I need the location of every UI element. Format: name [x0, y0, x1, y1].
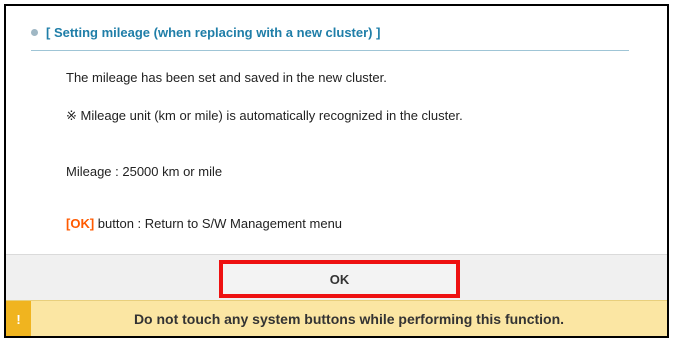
section-title: [ Setting mileage (when replacing with a… — [31, 25, 380, 40]
message-saved: The mileage has been set and saved in th… — [66, 70, 387, 85]
warning-bar: ! Do not touch any system buttons while … — [6, 300, 667, 336]
button-area: OK — [6, 254, 667, 300]
mileage-dialog: [ Setting mileage (when replacing with a… — [4, 4, 669, 338]
ok-hint: [OK] button : Return to S/W Management m… — [66, 216, 342, 231]
ok-button[interactable]: OK — [219, 260, 460, 298]
bullet-icon — [31, 29, 38, 36]
note-unit: ※ Mileage unit (km or mile) is automatic… — [66, 108, 463, 123]
ok-hint-label: [OK] — [66, 216, 95, 231]
warning-icon: ! — [6, 301, 31, 336]
title-divider — [31, 50, 629, 51]
ok-hint-text: button : Return to S/W Management menu — [94, 216, 343, 231]
mileage-value: Mileage : 25000 km or mile — [66, 164, 223, 179]
warning-text: Do not touch any system buttons while pe… — [133, 311, 565, 327]
section-title-text: [ Setting mileage (when replacing with a… — [46, 25, 381, 40]
